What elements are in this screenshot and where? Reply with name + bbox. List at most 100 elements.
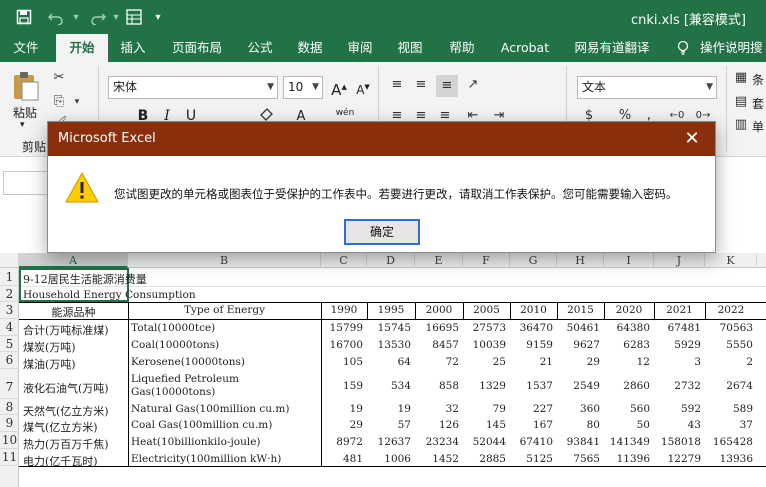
value-cell[interactable]: 67410: [510, 436, 553, 448]
value-cell[interactable]: 50: [604, 419, 650, 431]
value-cell[interactable]: 67481: [654, 322, 701, 334]
value-cell[interactable]: 534: [367, 380, 411, 392]
value-cell[interactable]: 167: [510, 419, 553, 431]
year-header-cell[interactable]: 1995: [367, 304, 415, 316]
value-cell[interactable]: 360: [557, 403, 600, 415]
energy-en-cell[interactable]: Liquefied Petroleum Gas(10000tons): [131, 373, 239, 399]
value-cell[interactable]: 1452: [415, 453, 459, 465]
year-header-cell[interactable]: 1990: [321, 304, 367, 316]
value-cell[interactable]: 7565: [557, 453, 600, 465]
value-cell[interactable]: 6283: [604, 339, 650, 351]
cut-icon[interactable]: ✂: [50, 70, 68, 86]
value-cell[interactable]: 2885: [463, 453, 506, 465]
chevron-down-icon[interactable]: ▼: [267, 77, 274, 98]
column-header-c[interactable]: C: [321, 253, 367, 268]
value-cell[interactable]: 5125: [510, 453, 553, 465]
tab-page-layout[interactable]: 页面布局: [162, 34, 232, 62]
header-energy-cn[interactable]: 能源品种: [19, 304, 128, 320]
value-cell[interactable]: 80: [557, 419, 600, 431]
value-cell[interactable]: 158018: [654, 436, 701, 448]
energy-en-cell[interactable]: Coal(10000tons): [131, 339, 219, 352]
chevron-down-icon[interactable]: ▼: [706, 77, 713, 98]
value-cell[interactable]: 3: [654, 356, 701, 368]
format-as-table-icon[interactable]: ▤: [732, 94, 750, 110]
value-cell[interactable]: 64380: [604, 322, 650, 334]
energy-en-cell[interactable]: Electricity(100million kW·h): [131, 453, 281, 466]
value-cell[interactable]: 9627: [557, 339, 600, 351]
value-cell[interactable]: 159: [321, 380, 363, 392]
value-cell[interactable]: 19: [367, 403, 411, 415]
year-header-cell[interactable]: 2020: [604, 304, 654, 316]
align-middle-icon[interactable]: ≡: [412, 77, 430, 93]
row-header[interactable]: 3: [0, 302, 19, 319]
value-cell[interactable]: 37: [705, 419, 753, 431]
value-cell[interactable]: 13530: [367, 339, 411, 351]
value-cell[interactable]: 145: [463, 419, 506, 431]
value-cell[interactable]: 19: [321, 403, 363, 415]
align-bottom-icon[interactable]: ≡: [436, 75, 458, 97]
value-cell[interactable]: 105: [321, 356, 363, 368]
energy-cn-cell[interactable]: 煤炭(万吨): [23, 339, 76, 355]
row-header[interactable]: 5: [0, 336, 19, 352]
row-header[interactable]: 10: [0, 432, 19, 449]
tab-view[interactable]: 视图: [388, 34, 432, 62]
tab-insert[interactable]: 插入: [110, 34, 156, 62]
tab-acrobat[interactable]: Acrobat: [494, 34, 556, 62]
sheet-title-cell[interactable]: 9-12居民生活能源消费量: [23, 271, 147, 287]
column-header-d[interactable]: D: [367, 253, 415, 268]
value-cell[interactable]: 560: [604, 403, 650, 415]
energy-cn-cell[interactable]: 天然气(亿立方米): [23, 403, 109, 419]
orientation-icon[interactable]: ↗: [464, 77, 482, 93]
value-cell[interactable]: 8457: [415, 339, 459, 351]
value-cell[interactable]: 36470: [510, 322, 553, 334]
column-header-b[interactable]: B: [128, 253, 321, 268]
value-cell[interactable]: 165428: [705, 436, 753, 448]
value-cell[interactable]: 16695: [415, 322, 459, 334]
row-header[interactable]: 6: [0, 352, 19, 369]
energy-cn-cell[interactable]: 电力(亿千瓦时): [23, 453, 98, 469]
value-cell[interactable]: 93841: [557, 436, 600, 448]
value-cell[interactable]: 1006: [367, 453, 411, 465]
cell-styles-label[interactable]: 单: [752, 118, 764, 135]
name-box[interactable]: [3, 171, 53, 195]
value-cell[interactable]: 50461: [557, 322, 600, 334]
year-header-cell[interactable]: 2021: [654, 304, 705, 316]
value-cell[interactable]: 1329: [463, 380, 506, 392]
save-icon[interactable]: [12, 6, 36, 28]
energy-cn-cell[interactable]: 煤油(万吨): [23, 356, 76, 372]
align-top-icon[interactable]: ≡: [388, 77, 406, 93]
row-header[interactable]: 1: [0, 268, 19, 286]
column-header-j[interactable]: J: [654, 253, 705, 268]
value-cell[interactable]: 141349: [604, 436, 650, 448]
column-header-i[interactable]: I: [604, 253, 654, 268]
value-cell[interactable]: 589: [705, 403, 753, 415]
year-header-cell[interactable]: 2022: [705, 304, 757, 316]
tab-formulas[interactable]: 公式: [238, 34, 282, 62]
column-header-f[interactable]: F: [463, 253, 510, 268]
value-cell[interactable]: 9159: [510, 339, 553, 351]
value-cell[interactable]: 481: [321, 453, 363, 465]
lightbulb-icon[interactable]: [674, 34, 692, 62]
tab-youdao-translate[interactable]: 网易有道翻译: [568, 34, 656, 62]
year-header-cell[interactable]: 2005: [463, 304, 510, 316]
row-header[interactable]: 4: [0, 319, 19, 336]
column-header-e[interactable]: E: [415, 253, 463, 268]
column-header-a[interactable]: A: [19, 253, 128, 268]
tell-me-search[interactable]: 操作说明搜: [700, 34, 766, 62]
select-all-corner[interactable]: [0, 253, 19, 268]
header-energy-en[interactable]: Type of Energy: [128, 304, 321, 316]
value-cell[interactable]: 2732: [654, 380, 701, 392]
conditional-format-icon[interactable]: ▦: [732, 70, 750, 86]
value-cell[interactable]: 227: [510, 403, 553, 415]
undo-dropdown-icon[interactable]: ▾: [64, 6, 88, 28]
value-cell[interactable]: 15799: [321, 322, 363, 334]
format-as-table-label[interactable]: 套: [752, 95, 764, 112]
value-cell[interactable]: 5550: [705, 339, 753, 351]
energy-cn-cell[interactable]: 煤气(亿立方米): [23, 419, 98, 435]
value-cell[interactable]: 27573: [463, 322, 506, 334]
row-header[interactable]: 9: [0, 415, 19, 432]
tab-help[interactable]: 帮助: [440, 34, 484, 62]
energy-cn-cell[interactable]: 液化石油气(万吨): [23, 380, 109, 396]
font-size-combo[interactable]: 10 ▼: [283, 76, 323, 99]
energy-en-cell[interactable]: Kerosene(10000tons): [131, 356, 245, 369]
